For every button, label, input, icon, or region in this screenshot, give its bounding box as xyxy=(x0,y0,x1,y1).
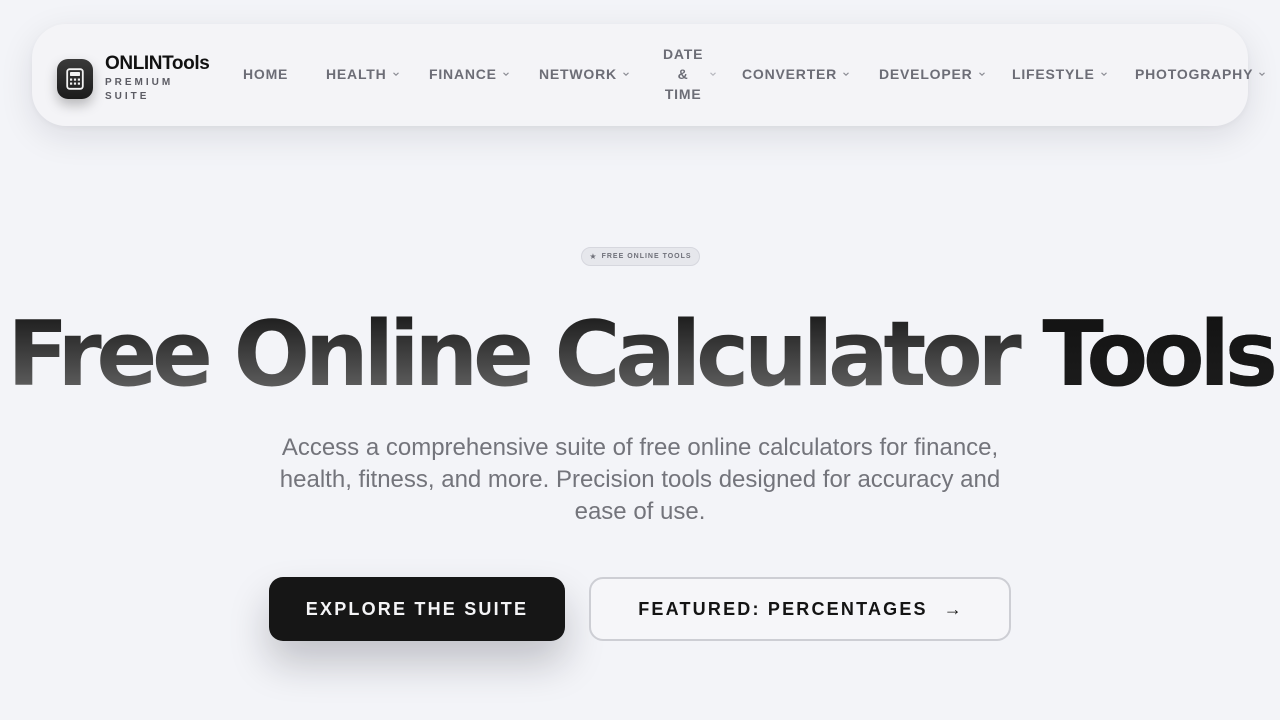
nav-label: LIFESTYLE xyxy=(1012,66,1095,82)
chevron-down-icon xyxy=(1259,72,1266,76)
featured-percentages-button[interactable]: FEATURED: PERCENTAGES → xyxy=(589,577,1011,641)
explore-suite-button[interactable]: EXPLORE THE SUITE xyxy=(269,577,565,641)
brand[interactable]: ONLINTools PREMIUM SUITE xyxy=(57,53,210,104)
hero-title-accent: Tools xyxy=(1042,302,1278,407)
chevron-down-icon xyxy=(710,72,717,76)
featured-percentages-label: FEATURED: PERCENTAGES xyxy=(638,598,928,619)
chevron-down-icon xyxy=(502,72,509,76)
nav-label: FINANCE xyxy=(429,66,497,82)
nav-item-date-time[interactable]: DATE & TIME xyxy=(663,44,717,104)
brand-name: ONLINTools xyxy=(105,53,210,74)
chevron-down-icon xyxy=(392,72,399,76)
nav-label: HOME xyxy=(243,66,289,82)
chevron-down-icon xyxy=(843,72,849,76)
nav-label: PHOTOGRAPHY xyxy=(1135,66,1254,82)
hero-badge: ★ FREE ONLINE TOOLS xyxy=(581,247,700,266)
nav-label: DEVELOPER xyxy=(879,66,973,82)
hero-badge-label: FREE ONLINE TOOLS xyxy=(601,253,692,260)
nav-item-lifestyle[interactable]: LIFESTYLE xyxy=(1012,66,1108,82)
hero-description: Access a comprehensive suite of free onl… xyxy=(279,434,1001,525)
nav-item-finance[interactable]: FINANCE xyxy=(429,66,510,82)
arrow-right-icon: → xyxy=(943,598,962,619)
nav-label: HEALTH xyxy=(326,66,387,82)
nav-label: NETWORK xyxy=(539,66,617,82)
star-icon: ★ xyxy=(589,252,598,261)
nav-item-developer[interactable]: DEVELOPER xyxy=(879,66,986,82)
nav-label: DATE xyxy=(663,46,704,62)
hero-title: Free Online Calculator Tools xyxy=(0,300,1280,410)
chevron-down-icon xyxy=(1100,72,1107,76)
nav-item-photography[interactable]: PHOTOGRAPHY xyxy=(1135,66,1266,82)
chevron-down-icon xyxy=(978,72,985,76)
nav-item-health[interactable]: HEALTH xyxy=(326,66,400,82)
nav-label: CONVERTER xyxy=(742,66,838,82)
nav-label: TIME xyxy=(664,86,702,102)
nav-item-network[interactable]: NETWORK xyxy=(539,66,630,82)
brand-subtitle: PREMIUM SUITE xyxy=(105,77,174,102)
navbar: ONLINTools PREMIUM SUITE HOME HEALTH FIN… xyxy=(32,24,1266,126)
nav-item-converter[interactable]: CONVERTER xyxy=(742,66,850,82)
calculator-icon xyxy=(57,59,93,99)
nav-item-home[interactable]: HOME xyxy=(243,66,288,82)
chevron-down-icon xyxy=(623,72,629,76)
explore-suite-label: EXPLORE THE SUITE xyxy=(305,598,529,619)
nav-label: & xyxy=(677,66,689,82)
hero-title-main: Free Online Calculator xyxy=(7,302,1043,407)
